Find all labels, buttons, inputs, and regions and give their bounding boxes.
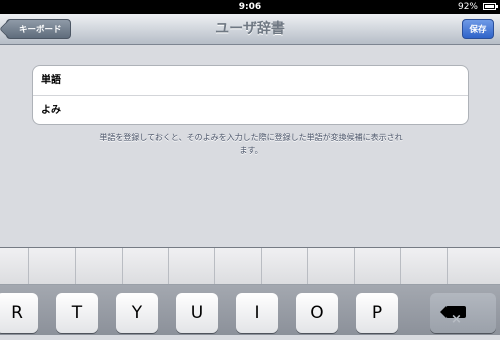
candidate-separator [261,248,262,284]
keyboard: R T Y U I O P [0,247,500,340]
candidate-bar [0,248,500,285]
delete-key[interactable] [430,293,496,340]
nav-bar: キーボード ユーザ辞書 保存 [0,14,500,45]
candidate-separator [122,248,123,284]
candidate-separator [447,248,448,284]
hint-line-1: 単語を登録しておくと、そのよみを入力した際に登録した単語が変換候補に表示され [99,133,403,142]
status-time: 9:06 [238,2,262,12]
reading-field[interactable]: よみ [33,95,468,125]
entry-form: 単語 よみ [32,65,469,125]
page-title: ユーザ辞書 [215,21,285,37]
candidate-separator [307,248,308,284]
main-content: 単語 よみ 単語を登録しておくと、そのよみを入力した際に登録した単語が変換候補に… [0,45,500,247]
save-button[interactable]: 保存 [462,19,494,39]
key-o[interactable]: O [296,293,338,333]
candidate-separator [354,248,355,284]
battery-icon [483,3,498,10]
candidate-separator [400,248,401,284]
hint-text: 単語を登録しておくと、そのよみを入力した際に登録した単語が変換候補に表示され ま… [55,131,447,157]
candidate-separator [75,248,76,284]
key-t[interactable]: T [56,293,98,333]
key-r[interactable]: R [0,293,38,333]
battery-percent: 92% [457,2,478,12]
delete-icon [440,300,466,340]
word-field[interactable]: 単語 [33,66,468,95]
candidate-separator [28,248,29,284]
hint-line-2: ます。 [239,146,263,155]
status-bar: 9:06 92% [0,0,500,14]
key-y[interactable]: Y [116,293,158,333]
key-u[interactable]: U [176,293,218,333]
key-i[interactable]: I [236,293,278,333]
candidate-separator [214,248,215,284]
key-p[interactable]: P [356,293,398,333]
candidate-separator [168,248,169,284]
